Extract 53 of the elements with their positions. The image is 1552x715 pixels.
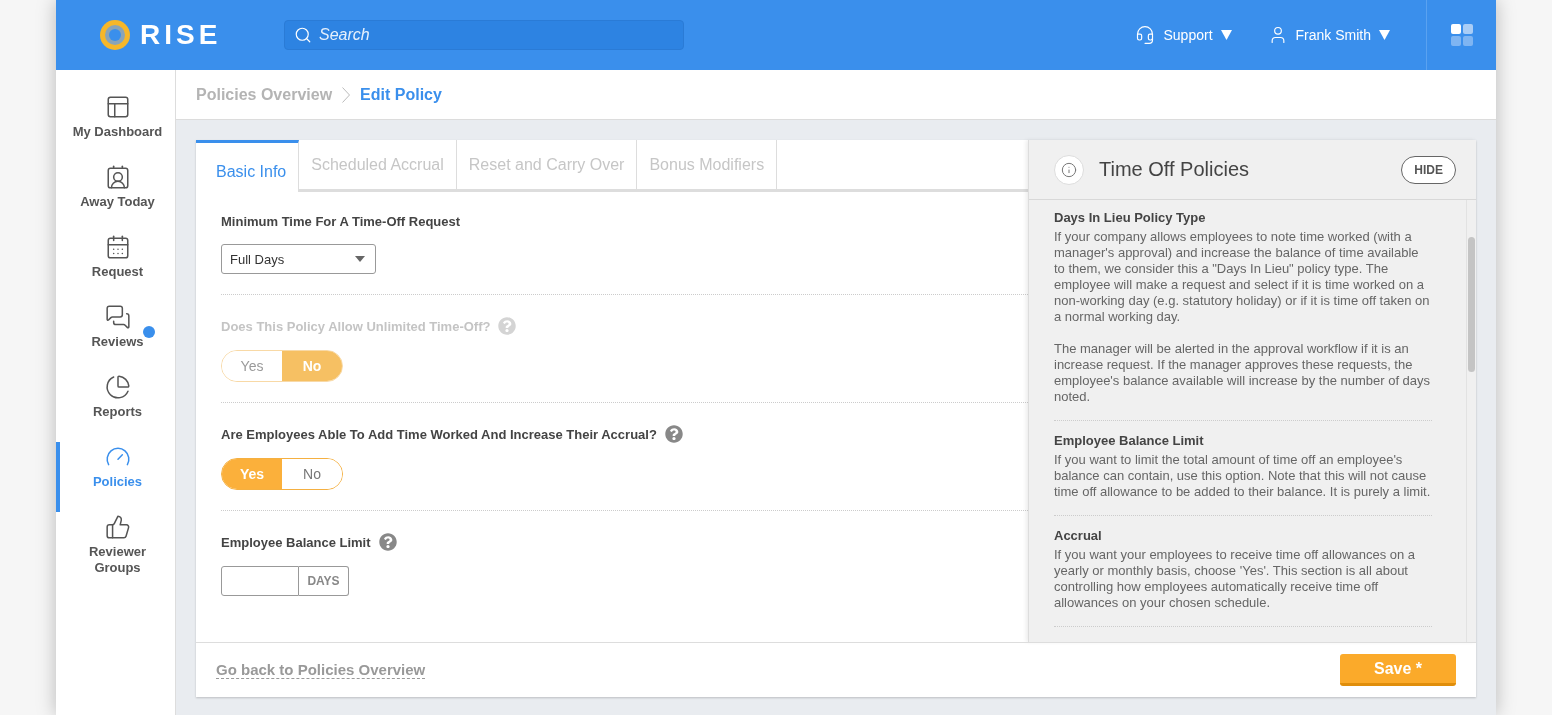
calendar-icon: [104, 234, 131, 260]
sidebar-item[interactable]: Reports: [56, 372, 175, 442]
sidebar-item[interactable]: Reviewer Groups: [56, 512, 175, 582]
question-label: Minimum Time For A Time-Off Request: [221, 214, 461, 229]
headset-icon: [1135, 25, 1156, 45]
logo-text: RISE: [140, 19, 222, 51]
user-menu[interactable]: Frank Smith: [1267, 25, 1390, 45]
sidebar-item[interactable]: My Dashboard: [56, 92, 175, 162]
person-card-icon: [104, 164, 131, 190]
tab[interactable]: Basic Info: [196, 140, 300, 192]
sidebar-item[interactable]: Reviews: [56, 302, 175, 372]
panel-title: Time Off Policies: [1099, 158, 1250, 181]
sidebar-item[interactable]: Away Today: [56, 162, 175, 232]
help-paragraph: If you want your employees to receive time off allowances on a yearly or monthly basis, choose 'Yes'. This section is all about controlling how employees automatically receive time off allowances on your chosen schedule.: [1054, 547, 1417, 611]
save-button[interactable]: Save *: [1340, 654, 1456, 686]
help-paragraph: The manager will be alerted in the approval workflow if it is an increase request. If the manager approves these requests, the employee's balance available will increase by the number of days noted.: [1054, 341, 1432, 405]
breadcrumb-link[interactable]: Policies Overview: [196, 85, 333, 104]
chat-bubbles-icon: [104, 304, 131, 330]
caret-icon: [1379, 30, 1390, 40]
apps-grid-icon[interactable]: [1450, 24, 1473, 46]
help-icon[interactable]: [378, 533, 397, 551]
back-link[interactable]: Go back to Policies Overview: [216, 661, 426, 679]
hide-button[interactable]: HIDE: [1401, 155, 1456, 184]
info-icon: [1054, 154, 1084, 185]
caret-icon: [1220, 30, 1232, 40]
tab[interactable]: Scheduled Accrual: [299, 140, 457, 189]
scrollbar[interactable]: [1466, 200, 1476, 642]
tab[interactable]: Reset and Carry Over: [456, 140, 638, 189]
dashboard-icon: [104, 94, 131, 120]
help-icon[interactable]: [664, 425, 683, 443]
chevron-icon: [342, 86, 351, 103]
search-field[interactable]: Search: [284, 20, 684, 50]
tab[interactable]: Bonus Modifiers: [637, 140, 778, 189]
question-label: Employee Balance Limit: [221, 534, 371, 550]
help-paragraph: If you want to limit the total amount of time off an employee's balance can contain, use this option. Note that this will not cause time off allowance to be added to their balance. It is purely a limit.: [1054, 452, 1432, 500]
question-label: Does This Policy Allow Unlimited Time-Off?: [221, 318, 491, 334]
search-icon: [294, 26, 312, 44]
dropdown[interactable]: Full Days: [221, 244, 376, 274]
help-paragraph: If your company allows employees to note time worked (with a manager's approval) and increase the balance of time available to them, we consider this a "Days In Lieu" policy type. The employee will make a request and select if it is time worked on a non-working day (e.g. statutory holiday) or if it is time off taken on a normal working day.: [1054, 229, 1431, 325]
help-heading: Employee Balance Limit: [1054, 433, 1205, 448]
question-label: Are Employees Able To Add Time Worked And Increase Their Accrual?: [221, 426, 657, 442]
pie-chart-icon: [104, 374, 131, 400]
sidebar-item[interactable]: Request: [56, 232, 175, 302]
support-menu[interactable]: Support: [1135, 25, 1232, 45]
unit-label: DAYS: [299, 566, 349, 596]
toggle-option[interactable]: Yes: [222, 459, 282, 489]
help-heading: Accrual: [1054, 528, 1103, 543]
caret-icon: [355, 256, 365, 262]
number-input-field[interactable]: [221, 566, 299, 596]
logo-ring-icon: [100, 20, 130, 50]
thumbs-up-icon: [104, 514, 131, 540]
breadcrumb-link[interactable]: Edit Policy: [360, 85, 442, 104]
help-heading: Days In Lieu Policy Type: [1054, 210, 1207, 225]
